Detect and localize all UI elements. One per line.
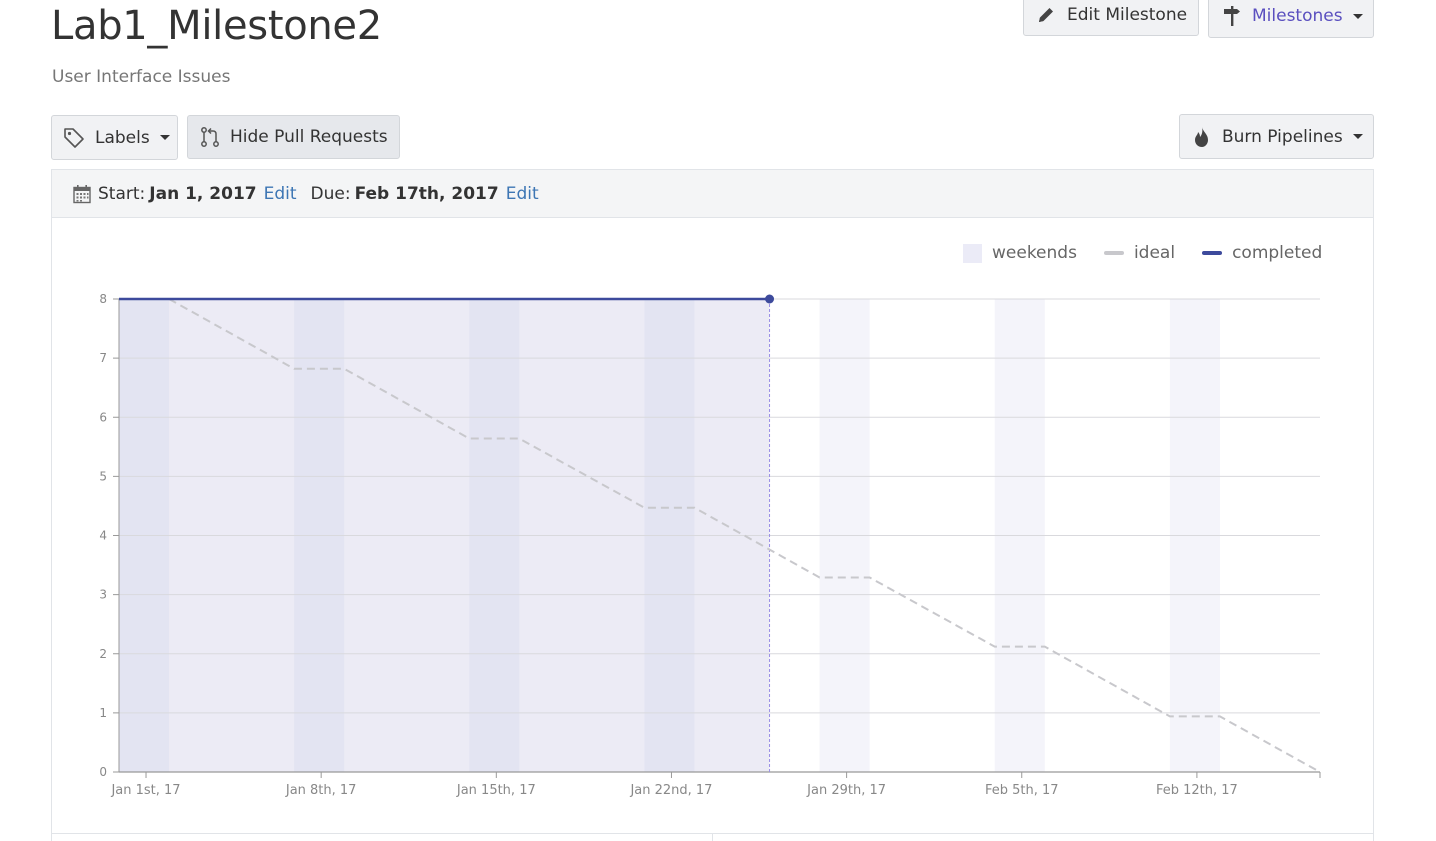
footer-divider (712, 834, 713, 841)
panel-footer (52, 833, 1373, 841)
milestone-page: Lab1_Milestone2 User Interface Issues Ed… (0, 0, 1436, 841)
y-tick-label: 2 (99, 647, 107, 661)
x-tick-label: Feb 12th, 17 (1156, 783, 1238, 798)
y-tick-label: 1 (99, 706, 107, 720)
x-tick-label: Jan 15th, 17 (456, 783, 536, 798)
y-tick-label: 7 (99, 351, 107, 365)
y-tick-label: 0 (99, 765, 107, 779)
completed-point (765, 294, 775, 304)
x-tick-label: Jan 8th, 17 (285, 783, 357, 798)
x-tick-label: Jan 22nd, 17 (629, 783, 712, 798)
x-tick-label: Jan 29th, 17 (806, 783, 886, 798)
x-tick-label: Jan 1st, 17 (110, 783, 180, 798)
y-tick-label: 4 (99, 529, 107, 543)
y-tick-label: 3 (99, 588, 107, 602)
y-tick-label: 5 (99, 469, 107, 483)
burndown-chart: 0 1 2 3 4 5 6 7 8 Jan 1st, 17 Jan 8th, 17 Jan 15th,… (99, 292, 1321, 798)
y-tick-label: 6 (99, 410, 107, 424)
y-tick-label: 8 (99, 292, 107, 306)
x-tick-label: Feb 5th, 17 (985, 783, 1059, 798)
